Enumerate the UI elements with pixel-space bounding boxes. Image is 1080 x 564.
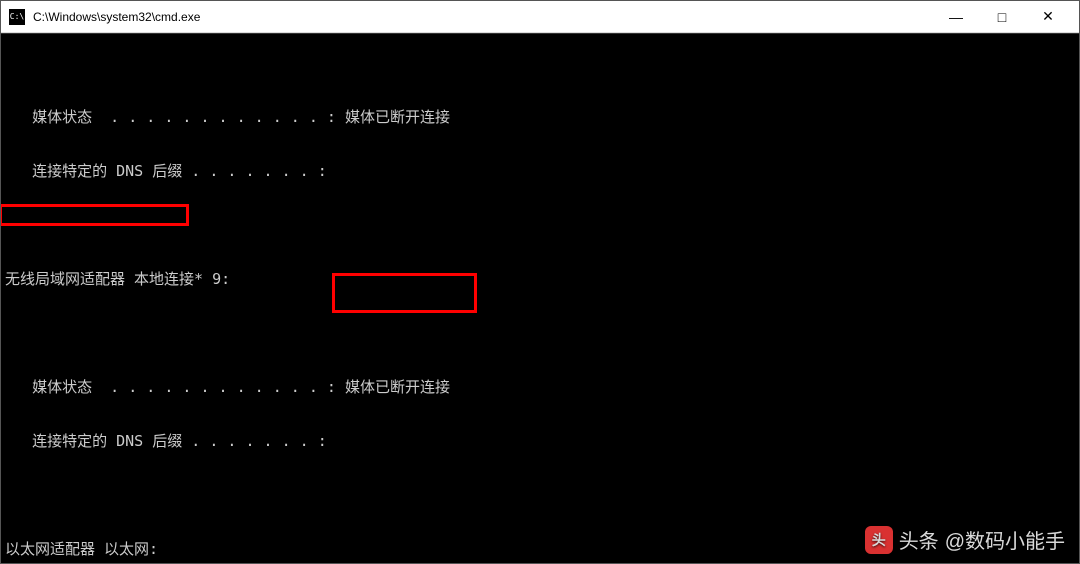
terminal-output[interactable]: 媒体状态 . . . . . . . . . . . . : 媒体已断开连接 连… (1, 33, 1079, 563)
minimize-button[interactable]: — (933, 1, 979, 33)
adapter-header-ethernet: 以太网适配器 以太网: (5, 540, 158, 558)
titlebar[interactable]: C:\ C:\Windows\system32\cmd.exe — □ ✕ (1, 1, 1079, 33)
dns-suffix-label: 连接特定的 DNS 后缀 . . . . . . . : (5, 162, 327, 180)
toutiao-logo-icon: 头 (865, 526, 893, 554)
close-button[interactable]: ✕ (1025, 1, 1071, 33)
window-controls: — □ ✕ (933, 1, 1071, 33)
watermark-handle: @数码小能手 (945, 525, 1065, 554)
dns-suffix-label: 连接特定的 DNS 后缀 . . . . . . . : (5, 432, 327, 450)
media-state-label: 媒体状态 . . . . . . . . . . . . : (5, 378, 336, 396)
media-state-label: 媒体状态 . . . . . . . . . . . . : (5, 108, 336, 126)
cmd-icon: C:\ (9, 9, 25, 25)
watermark: 头 头条 @数码小能手 (865, 525, 1065, 554)
window-title: C:\Windows\system32\cmd.exe (33, 10, 933, 24)
maximize-button[interactable]: □ (979, 1, 1025, 33)
media-state-value: 媒体已断开连接 (336, 378, 450, 396)
media-state-value: 媒体已断开连接 (336, 108, 450, 126)
adapter-header: 无线局域网适配器 本地连接* 9: (5, 270, 230, 288)
cmd-window: C:\ C:\Windows\system32\cmd.exe — □ ✕ 媒体… (0, 0, 1080, 564)
watermark-prefix: 头条 (899, 525, 939, 554)
